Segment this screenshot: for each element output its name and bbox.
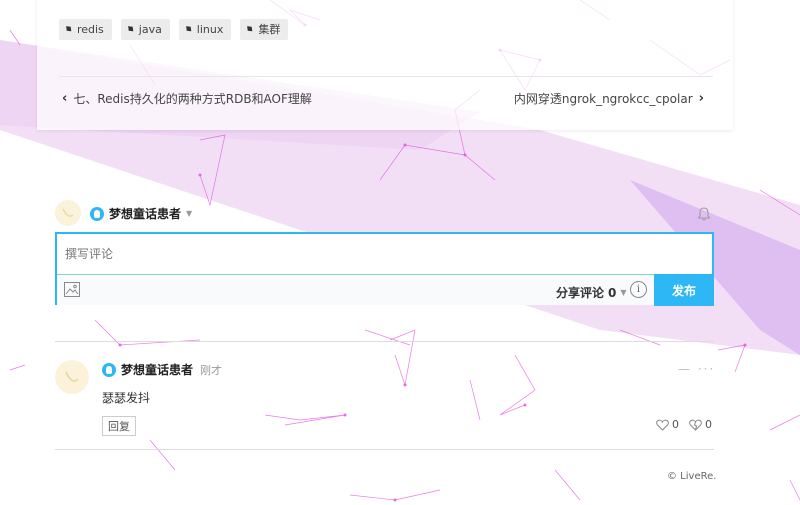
bell-icon[interactable]: [696, 206, 712, 222]
comment-username[interactable]: 梦想童话患者: [121, 361, 193, 378]
composer-user-selector[interactable]: 梦想童话患者 ▼: [90, 205, 192, 222]
tag-redis[interactable]: ♦ redis: [59, 19, 112, 40]
dislike-button[interactable]: 0: [689, 418, 712, 431]
chevron-down-icon: ▼: [186, 209, 193, 218]
heart-icon: [656, 419, 669, 431]
avatar-placeholder-icon: [65, 371, 79, 382]
chevron-left-icon: ‹: [62, 91, 68, 106]
divider: [59, 76, 713, 77]
vote-bar: 0 0: [656, 418, 712, 431]
composer-toolbar: 分享评论 0 ▼ i 发布: [57, 274, 714, 306]
tag-java[interactable]: ♦ java: [120, 19, 170, 40]
qq-icon: [90, 206, 104, 221]
comment-text: 瑟瑟发抖: [102, 391, 151, 405]
info-icon[interactable]: i: [630, 281, 647, 298]
broken-heart-icon: [689, 419, 702, 431]
comment-input[interactable]: [57, 234, 712, 275]
more-icon[interactable]: — ···: [678, 362, 715, 376]
divider: [55, 341, 714, 342]
livere-brand[interactable]: © LiveRe.: [667, 471, 716, 482]
avatar: [55, 360, 89, 394]
image-upload-icon[interactable]: [64, 282, 80, 297]
chevron-right-icon: ›: [698, 91, 704, 106]
tag-linux[interactable]: ♦ linux: [178, 19, 232, 40]
comment-header: 梦想童话患者 刚才: [102, 361, 222, 378]
like-button[interactable]: 0: [656, 418, 679, 431]
tag-list: ♦ redis ♦ java ♦ linux ♦ 集群: [59, 19, 289, 40]
avatar-placeholder-icon: [62, 208, 74, 217]
tag-cluster[interactable]: ♦ 集群: [240, 19, 289, 40]
chevron-down-icon: ▼: [620, 288, 627, 297]
comment-time: 刚才: [200, 363, 223, 377]
divider: [55, 449, 714, 450]
share-comment-toggle[interactable]: 分享评论 0 ▼: [556, 284, 627, 301]
reply-button[interactable]: 回复: [102, 416, 136, 436]
qq-icon: [102, 362, 116, 377]
next-post-link[interactable]: 内网穿透ngrok_ngrokcc_cpolar ›: [514, 90, 704, 107]
avatar: [55, 200, 81, 226]
publish-button[interactable]: 发布: [654, 274, 714, 306]
prev-post-link[interactable]: ‹ 七、Redis持久化的两种方式RDB和AOF理解: [62, 90, 312, 107]
composer-username: 梦想童话患者: [109, 207, 182, 221]
comment-composer: 分享评论 0 ▼ i 发布: [55, 232, 714, 306]
